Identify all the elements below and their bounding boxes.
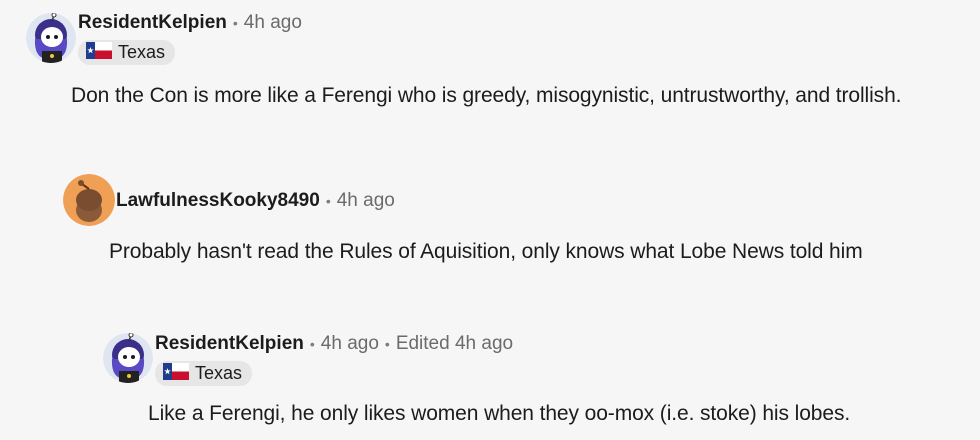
avatar[interactable] [26, 13, 76, 63]
edited-label: Edited 4h ago [395, 333, 514, 354]
user-flair: Texas [78, 40, 176, 65]
comment-body: Don the Con is more like a Ferengi who i… [71, 84, 902, 107]
flair-label: Texas [195, 363, 243, 383]
username[interactable]: ResidentKelpien [78, 12, 227, 34]
comment-body: Like a Ferengi, he only likes women when… [148, 402, 851, 425]
username[interactable]: ResidentKelpien [155, 333, 304, 355]
user-flair: Texas [155, 361, 253, 386]
username[interactable]: LawfulnessKooky8490 [116, 190, 320, 212]
comment-meta: ResidentKelpien • 4h ago • Edited 4h ago [155, 333, 513, 355]
texas-flag-icon [86, 41, 112, 64]
avatar[interactable] [63, 174, 115, 226]
timestamp[interactable]: 4h ago [321, 333, 379, 355]
timestamp[interactable]: 4h ago [337, 190, 395, 212]
comment-meta: LawfulnessKooky8490 • 4h ago [116, 190, 395, 212]
separator-dot: • [232, 15, 238, 31]
comment-meta: ResidentKelpien • 4h ago [78, 12, 302, 34]
timestamp[interactable]: 4h ago [244, 12, 302, 34]
avatar-image [63, 174, 115, 226]
comment-body: Probably hasn't read the Rules of Aquisi… [109, 240, 863, 263]
texas-flag-icon [163, 362, 189, 385]
separator-dot: • [325, 193, 331, 209]
flair-label: Texas [118, 42, 166, 62]
separator-dot: • [384, 336, 390, 352]
avatar[interactable] [103, 333, 153, 383]
avatar-image [103, 333, 153, 383]
separator-dot: • [309, 336, 315, 352]
avatar-image [26, 13, 76, 63]
